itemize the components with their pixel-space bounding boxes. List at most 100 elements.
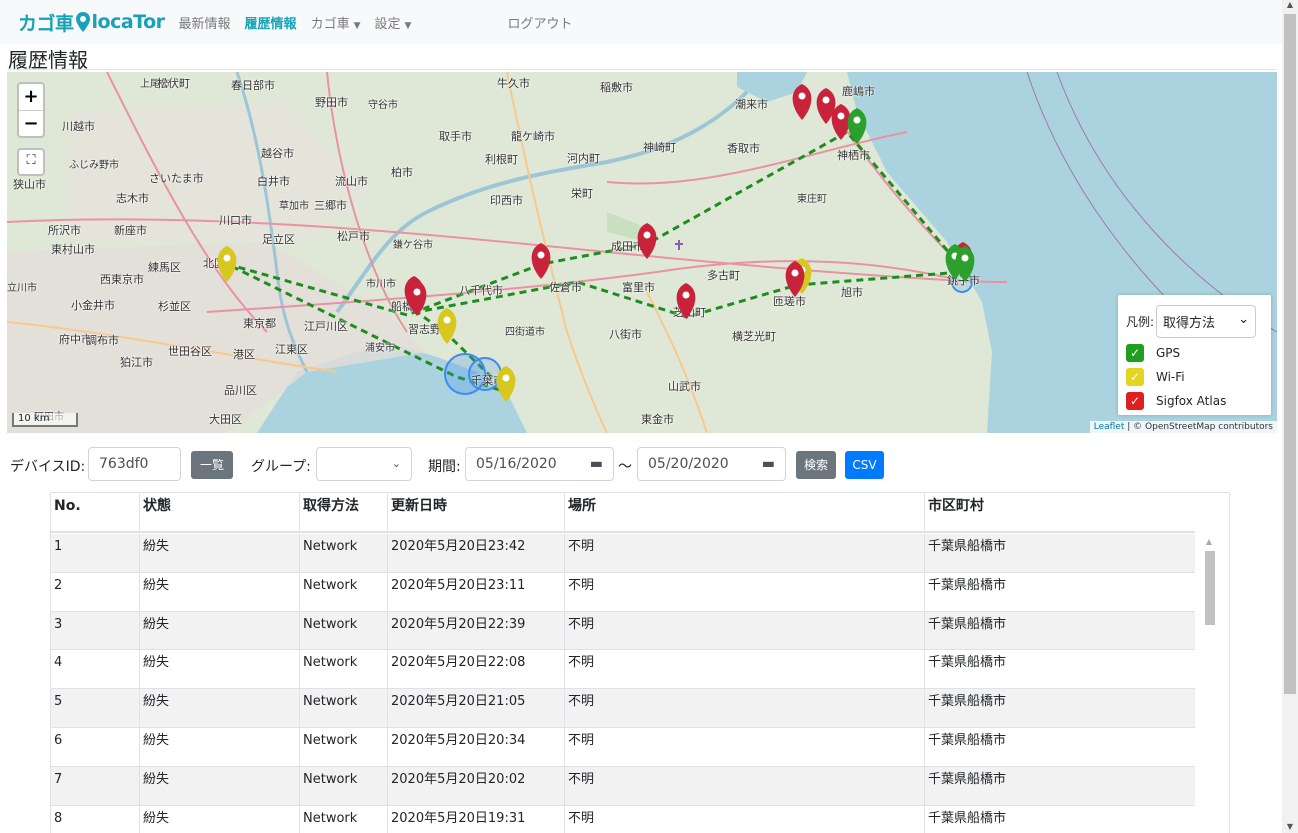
marker-sigfox[interactable] — [831, 104, 851, 140]
checkbox-checked-icon[interactable]: ✓ — [1126, 344, 1144, 362]
legend-item-wifi[interactable]: ✓ Wi-Fi — [1126, 368, 1263, 386]
legend-item-label: GPS — [1156, 346, 1181, 360]
table-cell: 2020年5月20日22:08 — [387, 650, 564, 690]
column-header[interactable]: 場所 — [564, 493, 924, 533]
date-from-value: 05/16/2020 — [476, 456, 557, 472]
airport-icon — [675, 240, 683, 250]
scrollbar-thumb[interactable] — [1284, 14, 1296, 694]
zoom-control: + − — [17, 82, 45, 138]
list-button[interactable]: 一覧 — [191, 451, 233, 479]
table-cell: 5 — [54, 694, 63, 710]
table-row[interactable]: 6 紛失 Network 2020年5月20日20:34 不明 千葉県船橋市 — [51, 727, 1195, 767]
brand-text-kagosha: カゴ車 — [18, 12, 74, 35]
map[interactable]: 上尾市 春日部市 牛久市 稲敷市 潮来市 鹿嶋市 野田市 守谷市 川越市 越谷市 取手市 龍ケ崎市 香取… — [7, 72, 1277, 433]
title-divider — [7, 69, 1277, 70]
table-cell: 2020年5月20日20:34 — [387, 727, 564, 767]
fullscreen-button[interactable]: ⛶ — [17, 148, 45, 176]
legend-mode-select[interactable]: 取得方法 ⌄ — [1156, 305, 1257, 338]
date-to-input[interactable]: 05/20/2020 ▬ — [637, 447, 786, 481]
marker-wifi[interactable] — [496, 366, 516, 402]
table-row[interactable]: 3 紛失 Network 2020年5月20日22:39 不明 千葉県船橋市 — [51, 611, 1195, 651]
column-header[interactable]: No. — [51, 493, 139, 533]
marker-sigfox[interactable] — [792, 84, 812, 120]
csv-button[interactable]: CSV — [845, 451, 884, 479]
column-header[interactable]: 状態 — [139, 493, 299, 533]
marker-sigfox[interactable] — [676, 283, 696, 319]
checkbox-checked-icon[interactable]: ✓ — [1126, 392, 1144, 410]
calendar-icon[interactable]: ▬ — [590, 448, 603, 480]
table-cell: 千葉県船橋市 — [924, 534, 1195, 573]
legend-label: 凡例: — [1126, 315, 1155, 329]
legend-item-gps[interactable]: ✓ GPS — [1126, 344, 1263, 362]
column-header[interactable]: 取得方法 — [299, 493, 387, 533]
table-cell: Network — [299, 766, 387, 806]
table-cell: 2020年5月20日23:42 — [387, 534, 564, 573]
table-cell: 紛失 — [139, 534, 299, 573]
nav-logout[interactable]: ログアウト — [507, 13, 572, 32]
group-select[interactable]: ⌄ — [316, 447, 412, 481]
nav-settings-dropdown[interactable]: 設定 ▼ — [375, 13, 412, 32]
column-header[interactable]: 市区町村 — [924, 493, 1195, 533]
table-row[interactable]: 8 紛失 Network 2020年5月20日19:31 不明 千葉県船橋市 — [51, 805, 1195, 833]
table-cell: 不明 — [564, 572, 924, 612]
calendar-icon[interactable]: ▬ — [762, 448, 775, 480]
scroll-up-icon[interactable]: ▲ — [1282, 0, 1298, 9]
legend-item-label: Wi-Fi — [1156, 370, 1185, 384]
legend-mode-value: 取得方法 — [1163, 316, 1216, 331]
navbar: カゴ車 locaTor 最新情報 履歴情報 カゴ車 ▼ 設定 ▼ ログアウト — [0, 0, 1282, 44]
table-header: No. 状態 取得方法 更新日時 場所 市区町村 — [51, 493, 1195, 533]
table-cell: Network — [299, 534, 387, 573]
marker-gps[interactable] — [847, 108, 867, 144]
table-cell: 2020年5月20日20:02 — [387, 766, 564, 806]
table-cell: 千葉県船橋市 — [924, 572, 1195, 612]
nav-latest[interactable]: 最新情報 — [179, 13, 231, 32]
table-scrollbar[interactable]: ▲ — [1201, 537, 1217, 833]
page-scrollbar[interactable]: ▲ ▼ — [1282, 0, 1298, 833]
table-cell: 千葉県船橋市 — [924, 766, 1195, 806]
table-body: 1 紛失 Network 2020年5月20日23:42 不明 千葉県船橋市 2 紛失 Netw… — [51, 534, 1195, 833]
scroll-up-icon[interactable]: ▲ — [1201, 537, 1217, 546]
period-separator: 〜 — [618, 459, 632, 475]
table-row[interactable]: 2 紛失 Network 2020年5月20日23:11 不明 千葉県船橋市 — [51, 572, 1195, 612]
scroll-down-icon[interactable]: ▼ — [1282, 822, 1298, 831]
date-from-input[interactable]: 05/16/2020 ▬ — [465, 447, 614, 481]
brand-logo[interactable]: カゴ車 locaTor — [18, 9, 165, 36]
zoom-out-button[interactable]: − — [19, 110, 43, 136]
search-button[interactable]: 検索 — [796, 451, 836, 479]
map-legend: 凡例: 取得方法 ⌄ ✓ GPS ✓ Wi-Fi ✓ Sigfox Atlas — [1118, 295, 1271, 415]
table-row[interactable]: 1 紛失 Network 2020年5月20日23:42 不明 千葉県船橋市 — [51, 534, 1195, 573]
legend-item-label: Sigfox Atlas — [1156, 394, 1227, 408]
location-pin-icon — [75, 12, 90, 32]
marker-sigfox[interactable] — [407, 280, 427, 316]
table-cell: 紛失 — [139, 650, 299, 690]
marker-wifi[interactable] — [437, 308, 457, 344]
leaflet-link[interactable]: Leaflet — [1094, 422, 1125, 432]
nav-history[interactable]: 履歴情報 — [245, 13, 297, 32]
marker-sigfox[interactable] — [637, 223, 657, 259]
date-to-value: 05/20/2020 — [648, 456, 729, 472]
scrollbar-thumb[interactable] — [1205, 551, 1215, 625]
table-cell: 千葉県船橋市 — [924, 727, 1195, 767]
table-cell: 紛失 — [139, 689, 299, 728]
zoom-in-button[interactable]: + — [19, 84, 43, 110]
checkbox-checked-icon[interactable]: ✓ — [1126, 368, 1144, 386]
table-cell: 不明 — [564, 766, 924, 806]
table-row[interactable]: 5 紛失 Network 2020年5月20日21:05 不明 千葉県船橋市 — [51, 689, 1195, 728]
device-id-input[interactable]: 763df0 — [88, 447, 181, 481]
table-cell: 6 — [54, 732, 63, 748]
marker-gps[interactable] — [955, 246, 975, 282]
table-cell: 紛失 — [139, 766, 299, 806]
marker-wifi[interactable] — [217, 246, 237, 282]
marker-sigfox[interactable] — [531, 243, 551, 279]
legend-item-sigfox[interactable]: ✓ Sigfox Atlas — [1126, 392, 1263, 410]
nav-kagosha-dropdown[interactable]: カゴ車 ▼ — [311, 13, 361, 32]
table-row[interactable]: 4 紛失 Network 2020年5月20日22:08 不明 千葉県船橋市 — [51, 650, 1195, 690]
table-row[interactable]: 7 紛失 Network 2020年5月20日20:02 不明 千葉県船橋市 — [51, 766, 1195, 806]
caret-down-icon: ▼ — [353, 20, 361, 31]
table-cell: 紛失 — [139, 572, 299, 612]
column-header[interactable]: 更新日時 — [387, 493, 564, 533]
table-cell: 2020年5月20日19:31 — [387, 805, 564, 833]
table-cell: 不明 — [564, 689, 924, 728]
table-cell: 不明 — [564, 727, 924, 767]
table-cell: 2 — [54, 577, 63, 593]
